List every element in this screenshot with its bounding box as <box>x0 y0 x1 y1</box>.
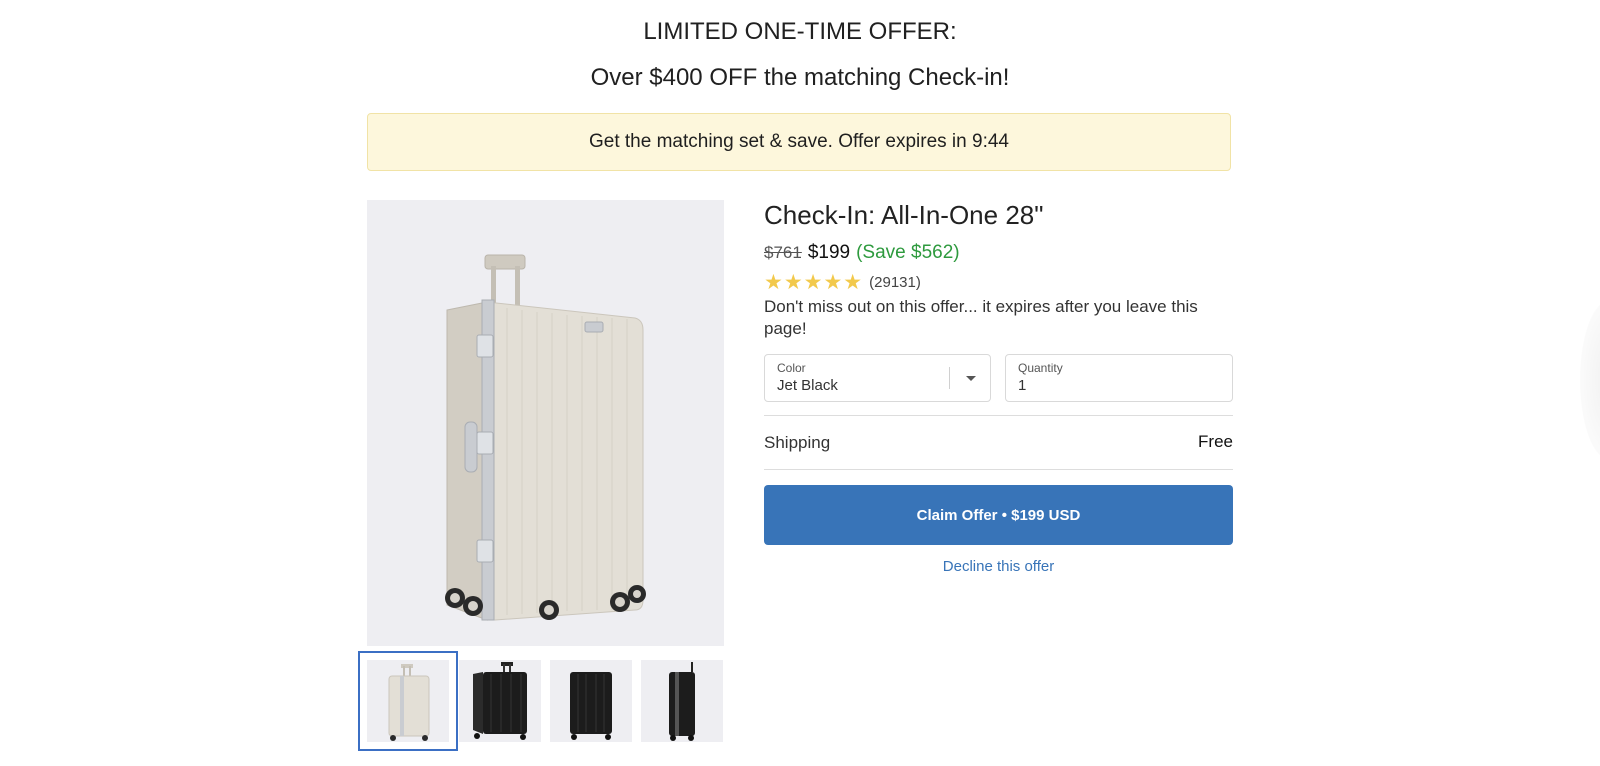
claim-offer-button[interactable]: Claim Offer • $199 USD <box>764 485 1233 545</box>
suitcase-cream-illustration <box>445 254 646 621</box>
suitcase-black-front-thumbnail-icon <box>570 672 612 740</box>
thumbnail-cream-front[interactable] <box>358 651 458 751</box>
quantity-field-label: Quantity <box>1018 361 1063 375</box>
page-edge-shadow <box>1580 300 1600 460</box>
divider <box>764 469 1233 470</box>
sale-price: $199 <box>807 242 851 263</box>
color-select[interactable]: Color Jet Black <box>764 354 991 402</box>
product-main-image <box>367 200 724 646</box>
suitcase-black-angle-thumbnail-icon <box>473 662 527 740</box>
quantity-input[interactable] <box>1018 377 1198 394</box>
color-select-label: Color <box>777 361 806 375</box>
countdown-banner: Get the matching set & save. Offer expir… <box>367 113 1231 171</box>
product-title: Check-In: All-In-One 28" <box>764 200 1044 230</box>
color-select-value: Jet Black <box>777 377 838 394</box>
original-price: $761 <box>764 243 802 262</box>
shipping-label: Shipping <box>764 433 831 452</box>
thumbnail-black-angle[interactable] <box>459 660 541 742</box>
star-rating-icon: ★★★★★ <box>764 271 864 294</box>
offer-headline: LIMITED ONE-TIME OFFER: <box>643 18 957 45</box>
thumbnail-black-front[interactable] <box>550 660 632 742</box>
urgency-message: Don't miss out on this offer... it expir… <box>764 297 1198 338</box>
thumbnail-black-side[interactable] <box>641 660 723 742</box>
chevron-down-icon <box>966 376 976 381</box>
review-count: (29131) <box>869 274 921 291</box>
countdown-banner-text: Get the matching set & save. Offer expir… <box>589 131 1009 152</box>
savings-amount: (Save $562) <box>856 242 960 263</box>
price-row: $761 $199 (Save $562) <box>764 242 960 264</box>
suitcase-cream-thumbnail-icon <box>388 664 430 741</box>
rating-row: ★★★★★ (29131) <box>764 270 921 295</box>
offer-subheadline: Over $400 OFF the matching Check-in! <box>590 64 1010 91</box>
shipping-value: Free <box>1198 432 1233 451</box>
select-divider <box>949 367 950 389</box>
decline-offer-link[interactable]: Decline this offer <box>764 558 1233 575</box>
divider <box>764 415 1233 416</box>
suitcase-black-side-thumbnail-icon <box>669 662 695 741</box>
quantity-field[interactable]: Quantity <box>1005 354 1233 402</box>
